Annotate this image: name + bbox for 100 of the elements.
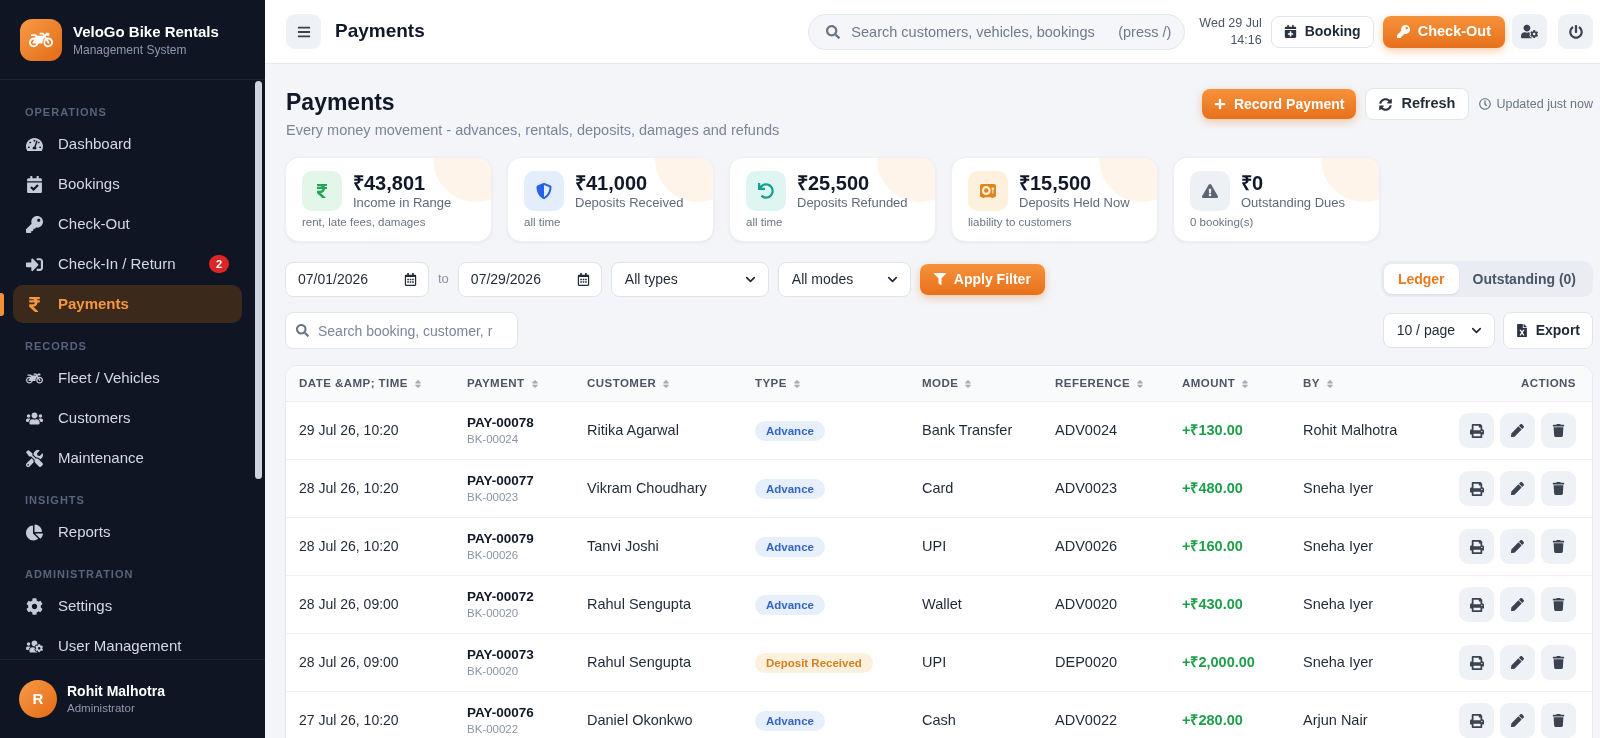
date-time: 29 Jul 26, 10:20 bbox=[299, 421, 400, 440]
payment-id: PAY-00073 bbox=[467, 646, 535, 664]
table-search-field[interactable]: Search booking, customer, r bbox=[285, 312, 518, 349]
print-button[interactable] bbox=[1459, 413, 1494, 448]
export-button[interactable]: Export bbox=[1502, 312, 1593, 349]
edit-button[interactable] bbox=[1500, 703, 1535, 738]
stat-value: ₹0 bbox=[1241, 171, 1265, 195]
motorcycle-logo-icon bbox=[20, 18, 62, 61]
nav-item[interactable]: Maintenance bbox=[13, 439, 242, 477]
section-title: OPERATIONS bbox=[24, 105, 108, 120]
nav-item[interactable]: Check-Out bbox=[13, 205, 242, 243]
nav-item[interactable]: Dashboard bbox=[13, 125, 242, 163]
nav-item[interactable]: Payments bbox=[13, 285, 242, 323]
search-icon bbox=[826, 24, 841, 39]
printer-icon bbox=[1469, 713, 1484, 728]
printer-icon bbox=[1469, 481, 1484, 496]
edit-button[interactable] bbox=[1500, 587, 1535, 622]
stat-label: Deposits Held Now bbox=[1019, 195, 1130, 211]
page-heading: Payments bbox=[286, 88, 396, 116]
section-title: RECORDS bbox=[24, 339, 88, 354]
menu-button[interactable] bbox=[286, 14, 321, 49]
amount: +₹480.00 bbox=[1182, 478, 1244, 498]
update-status: Updated just now bbox=[1496, 95, 1593, 113]
nav-item[interactable]: Customers bbox=[13, 399, 242, 437]
calendar-icon bbox=[576, 272, 590, 286]
print-button[interactable] bbox=[1459, 529, 1494, 564]
column-header: CUSTOMER bbox=[587, 375, 657, 391]
print-button[interactable] bbox=[1459, 587, 1494, 622]
count-badge: 2 bbox=[208, 255, 229, 273]
print-button[interactable] bbox=[1459, 471, 1494, 506]
nav-item[interactable]: User Management bbox=[13, 627, 242, 659]
staff-name: Rohit Malhotra bbox=[1303, 420, 1399, 440]
filter-icon bbox=[933, 273, 946, 285]
payment-id: PAY-00076 bbox=[467, 704, 535, 722]
booking-button[interactable]: Booking bbox=[1270, 15, 1374, 48]
scrollbar-thumb[interactable] bbox=[255, 81, 262, 479]
delete-button[interactable] bbox=[1541, 529, 1576, 564]
amount: +₹160.00 bbox=[1182, 536, 1244, 556]
stat-note: 0 booking(s) bbox=[1190, 215, 1255, 229]
date-field[interactable]: 07/29/2026 bbox=[457, 261, 602, 297]
payment-mode: Wallet bbox=[922, 594, 963, 614]
view-tab[interactable]: Outstanding (0) bbox=[1458, 264, 1590, 294]
nav-item[interactable]: Bookings bbox=[13, 165, 242, 203]
column-header: PAYMENT bbox=[467, 375, 525, 391]
payment-mode: UPI bbox=[922, 652, 948, 672]
nav-item[interactable]: Reports bbox=[13, 513, 242, 551]
stat-note: all time bbox=[524, 215, 562, 229]
delete-button[interactable] bbox=[1541, 703, 1576, 738]
delete-button[interactable] bbox=[1541, 587, 1576, 622]
stat-label: Deposits Received bbox=[575, 195, 684, 211]
reference-code: DEP0020 bbox=[1055, 652, 1119, 672]
printer-icon bbox=[1469, 597, 1484, 612]
stat-value: ₹43,801 bbox=[353, 171, 427, 195]
stat-note: all time bbox=[746, 215, 784, 229]
staff-name: Sneha Iyer bbox=[1303, 594, 1375, 614]
nav-item[interactable]: Settings bbox=[13, 587, 242, 625]
booking-id: BK-00022 bbox=[467, 722, 520, 737]
current-time: 14:16 bbox=[1230, 31, 1262, 49]
refresh-icon bbox=[1379, 97, 1393, 111]
print-button[interactable] bbox=[1459, 645, 1494, 680]
reference-code: ADV0026 bbox=[1055, 536, 1119, 556]
power-icon bbox=[1568, 24, 1583, 39]
type-select[interactable]: All types bbox=[610, 261, 769, 297]
edit-button[interactable] bbox=[1500, 413, 1535, 448]
staff-name: Sneha Iyer bbox=[1303, 536, 1375, 556]
column-header: MODE bbox=[922, 375, 959, 391]
column-header: ACTIONS bbox=[1521, 375, 1576, 391]
warning-icon bbox=[1190, 171, 1230, 211]
nav-item[interactable]: Check-In / Return 2 bbox=[13, 245, 242, 283]
edit-button[interactable] bbox=[1500, 645, 1535, 680]
date-field[interactable]: 07/01/2026 bbox=[285, 261, 429, 297]
print-button[interactable] bbox=[1459, 703, 1494, 738]
edit-button[interactable] bbox=[1500, 529, 1535, 564]
pencil-icon bbox=[1511, 714, 1524, 727]
stat-label: Income in Range bbox=[353, 195, 452, 211]
pencil-icon bbox=[1511, 424, 1524, 437]
edit-button[interactable] bbox=[1500, 471, 1535, 506]
amount: +₹2,000.00 bbox=[1182, 652, 1256, 672]
page-size-select[interactable]: 10 / page bbox=[1382, 313, 1495, 348]
refresh-button[interactable]: Refresh bbox=[1365, 88, 1470, 120]
booking-id: BK-00024 bbox=[467, 432, 520, 447]
shield-icon bbox=[524, 171, 564, 211]
printer-icon bbox=[1469, 539, 1484, 554]
calendar-check-icon bbox=[26, 175, 43, 193]
payment-id: PAY-00077 bbox=[467, 472, 535, 490]
nav-item[interactable]: Fleet / Vehicles bbox=[13, 359, 242, 397]
booking-id: BK-00020 bbox=[467, 664, 520, 679]
customer-name: Daniel Okonkwo bbox=[587, 710, 694, 730]
safe-icon bbox=[968, 171, 1008, 211]
delete-button[interactable] bbox=[1541, 645, 1576, 680]
user-settings-button[interactable] bbox=[1512, 14, 1547, 49]
date-time: 28 Jul 26, 10:20 bbox=[299, 479, 400, 498]
reference-code: ADV0024 bbox=[1055, 420, 1119, 440]
power-button[interactable] bbox=[1558, 14, 1593, 49]
reference-code: ADV0023 bbox=[1055, 478, 1119, 498]
user-name: Rohit Malhotra bbox=[67, 682, 165, 700]
mode-select[interactable]: All modes bbox=[777, 261, 911, 297]
delete-button[interactable] bbox=[1541, 471, 1576, 506]
stat-value: ₹15,500 bbox=[1019, 171, 1093, 195]
delete-button[interactable] bbox=[1541, 413, 1576, 448]
